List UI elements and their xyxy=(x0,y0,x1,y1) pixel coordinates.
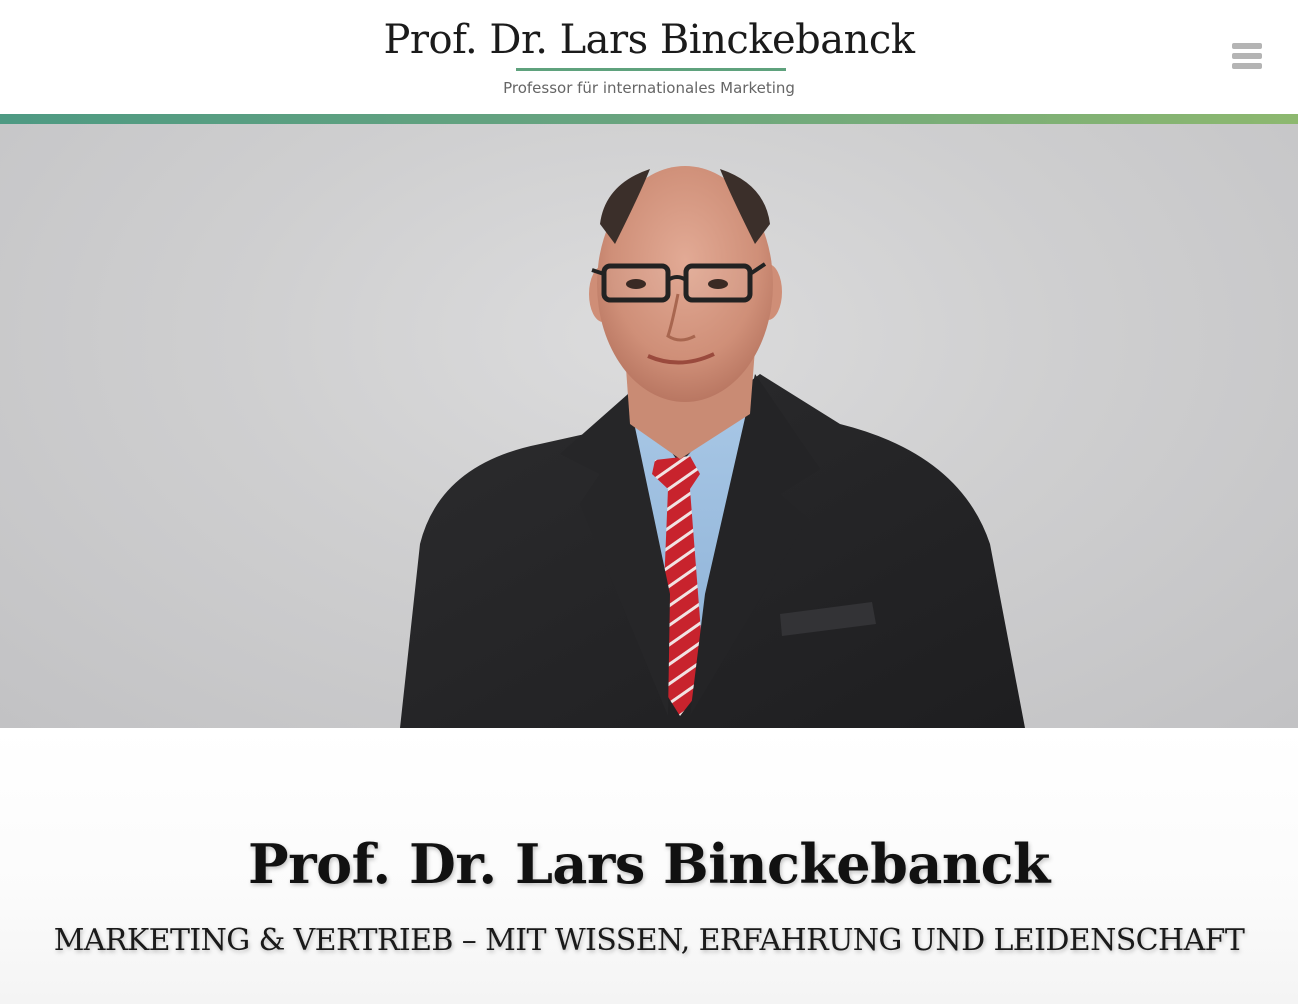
logo-subtitle: Professor für internationales Marketing xyxy=(503,79,795,97)
menu-bar xyxy=(1232,43,1262,49)
header-accent-bar xyxy=(0,114,1298,124)
hamburger-menu-icon[interactable] xyxy=(1226,38,1266,74)
site-logo-link[interactable]: Prof. Dr. Lars Binckebanck Professor für… xyxy=(0,0,1298,114)
menu-bar xyxy=(1232,53,1262,59)
logo-title: Prof. Dr. Lars Binckebanck xyxy=(383,17,915,63)
page-tagline: MARKETING & VERTRIEB – MIT WISSEN, ERFAH… xyxy=(53,923,1245,958)
menu-bar xyxy=(1232,63,1262,69)
site-header: Prof. Dr. Lars Binckebanck Professor für… xyxy=(0,0,1298,114)
logo-underline xyxy=(516,68,786,71)
hero-portrait-image xyxy=(0,124,1298,728)
page-title: Prof. Dr. Lars Binckebanck xyxy=(248,832,1050,896)
portrait-illustration xyxy=(400,166,1025,728)
